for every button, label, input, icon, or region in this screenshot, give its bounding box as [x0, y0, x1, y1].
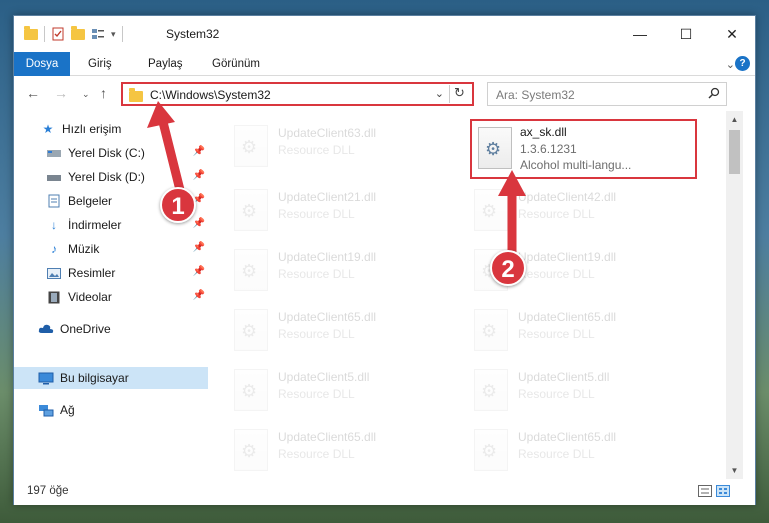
arrow-step-2: [498, 170, 526, 257]
annotation-arrows: [147, 101, 526, 257]
step-1-badge: 1: [160, 187, 196, 223]
step-2-badge: 2: [490, 250, 526, 286]
arrow-step-1: [147, 101, 185, 195]
